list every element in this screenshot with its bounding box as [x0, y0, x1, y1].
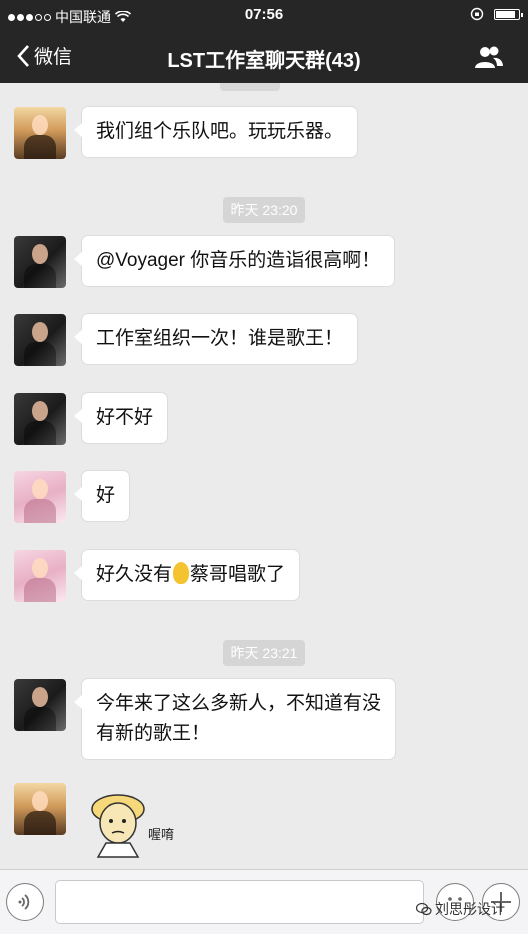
battery-icon — [494, 8, 523, 20]
timestamp-partial — [220, 83, 280, 91]
sticker-text: 喔唷 — [148, 827, 174, 843]
watermark: 刘思彤设计 — [416, 899, 505, 919]
message-text: 今年来了这么多新人，不知道有没 — [96, 693, 382, 714]
message-input-field[interactable] — [56, 881, 423, 923]
chat-title: LST工作室聊天群(43) — [167, 50, 361, 72]
message-text: 有新的歌王！ — [96, 723, 211, 744]
message-text: 好久没有 — [96, 564, 173, 585]
message-bubble[interactable]: 今年来了这么多新人，不知道有没 有新的歌王！ — [73, 679, 396, 759]
avatar[interactable] — [14, 314, 66, 366]
message-text: 蔡哥唱歌了 — [190, 564, 286, 585]
status-bar: 中国联通 07:56 — [0, 0, 528, 30]
message-input[interactable] — [55, 880, 424, 924]
message-bubble[interactable]: 好久没有 蔡哥唱歌了 — [73, 550, 300, 600]
avatar[interactable] — [14, 236, 66, 288]
avatar[interactable] — [14, 471, 66, 523]
message-bubble[interactable]: @Voyager 你音乐的造诣很高啊！ — [73, 236, 395, 286]
avatar[interactable] — [14, 107, 66, 159]
avatar[interactable] — [14, 550, 66, 602]
wechat-logo-icon — [416, 902, 432, 916]
cartoon-sticker-icon[interactable]: 喔唷 — [88, 783, 180, 863]
message-bubble[interactable]: 工作室组织一次！谁是歌王！ — [73, 314, 358, 364]
ear-emoji-icon — [173, 562, 190, 584]
voice-icon — [18, 894, 30, 910]
message-bubble[interactable]: 我们组个乐队吧。玩玩乐器。 — [73, 107, 358, 157]
chat-header: 微信 LST工作室聊天群(43) — [0, 30, 528, 83]
clock: 07:56 — [244, 6, 284, 23]
message-list[interactable]: 我们组个乐队吧。玩玩乐器。 昨天 23:20 @Voyager 你音乐的造诣很高… — [0, 83, 528, 869]
voice-button[interactable] — [6, 883, 44, 921]
group-members-icon[interactable] — [474, 44, 504, 70]
timestamp: 昨天 23:20 — [0, 197, 528, 223]
message-bubble[interactable]: 好 — [73, 471, 130, 521]
rotation-lock-icon — [470, 7, 484, 21]
battery-fill — [496, 10, 515, 18]
avatar[interactable] — [14, 679, 66, 731]
avatar[interactable] — [14, 393, 66, 445]
timestamp: 昨天 23:21 — [0, 640, 528, 666]
avatar[interactable] — [14, 783, 66, 835]
message-bubble[interactable]: 好不好 — [73, 393, 168, 443]
watermark-text: 刘思彤设计 — [435, 901, 505, 917]
